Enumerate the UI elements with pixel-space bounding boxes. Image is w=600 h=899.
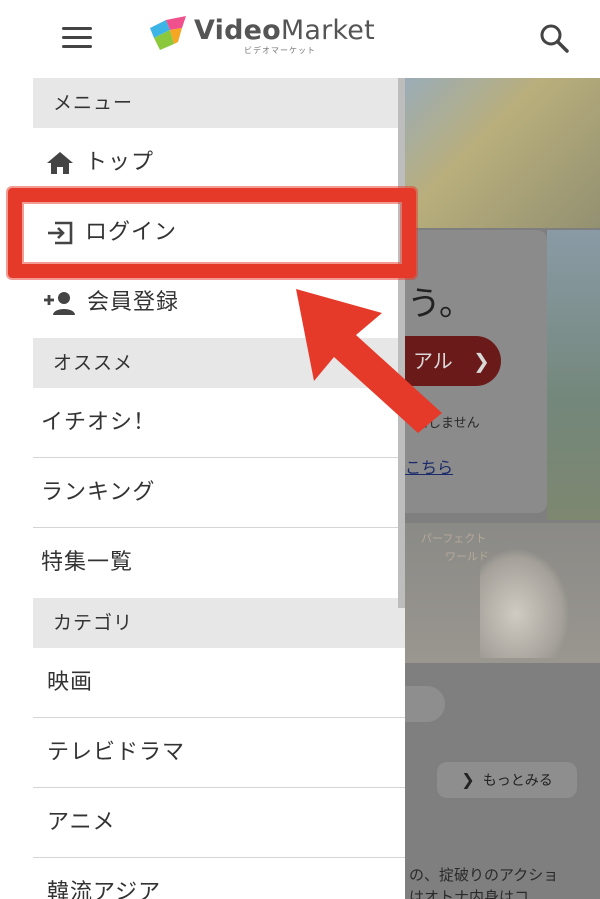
background-link: こちら bbox=[405, 458, 454, 477]
background-feature-text-2: ワールド bbox=[445, 550, 489, 563]
menu-item-label: 韓流アジア bbox=[47, 880, 162, 899]
logo-wordmark: VideoMarket bbox=[194, 15, 375, 46]
menu-item-ranking[interactable]: ランキング bbox=[33, 458, 405, 528]
background-tab bbox=[405, 686, 445, 722]
menu-item-label: 映画 bbox=[47, 670, 94, 695]
background-description: の、掟破りのアクショ はオトナ内身はコ bbox=[409, 866, 559, 899]
background-banner-image bbox=[405, 78, 600, 228]
search-icon[interactable] bbox=[538, 22, 572, 56]
login-highlight-box bbox=[8, 188, 416, 278]
app-header: VideoMarket ビデオマーケット bbox=[0, 0, 600, 78]
pointer-arrow-icon bbox=[296, 289, 442, 433]
home-icon bbox=[47, 152, 73, 174]
menu-item-movies[interactable]: 映画 bbox=[33, 648, 405, 718]
menu-item-label: テレビドラマ bbox=[47, 740, 186, 765]
menu-item-tv-drama[interactable]: テレビドラマ bbox=[33, 718, 405, 788]
section-header-category: カテゴリ bbox=[33, 598, 405, 648]
logo-mark-icon bbox=[150, 16, 186, 50]
menu-item-label: ランキング bbox=[41, 480, 156, 505]
background-more-button: ❯ もっとみる bbox=[437, 762, 577, 798]
menu-item-label: アニメ bbox=[47, 810, 116, 835]
menu-item-anime[interactable]: アニメ bbox=[33, 788, 405, 858]
background-feature-text-1: パーフェクト bbox=[421, 532, 487, 545]
menu-item-korean-asia[interactable]: 韓流アジア bbox=[33, 858, 405, 899]
background-feature-figure bbox=[480, 548, 570, 658]
menu-item-label: 特集一覧 bbox=[41, 550, 134, 575]
menu-item-label: 会員登録 bbox=[87, 290, 180, 315]
section-header-menu: メニュー bbox=[33, 78, 405, 128]
background-page-overlay[interactable]: う。 アル ❯ たしません こちら パーフェクト ワールド ❯ もっとみる の、掟… bbox=[405, 78, 600, 899]
menu-item-features[interactable]: 特集一覧 bbox=[33, 528, 405, 598]
add-user-icon bbox=[44, 292, 75, 315]
logo-subtitle: ビデオマーケット bbox=[244, 46, 316, 55]
hamburger-menu-icon[interactable] bbox=[62, 27, 92, 49]
chevron-right-icon: ❯ bbox=[473, 349, 490, 373]
menu-item-label: イチオシ！ bbox=[41, 410, 157, 435]
menu-item-label: トップ bbox=[85, 150, 155, 175]
chevron-right-icon: ❯ bbox=[461, 770, 475, 789]
background-side-image bbox=[547, 230, 600, 520]
